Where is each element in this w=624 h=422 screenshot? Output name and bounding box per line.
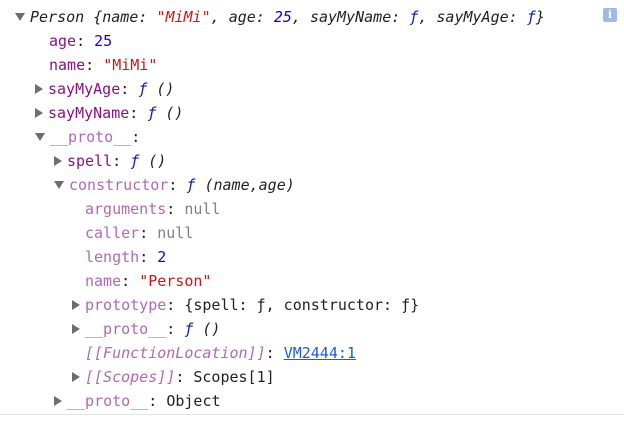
property-row-proto[interactable]: __proto__: xyxy=(35,125,140,149)
function-location-link[interactable]: VM2444:1 xyxy=(284,344,356,362)
collapse-triangle-icon[interactable] xyxy=(54,180,64,189)
property-key: [[Scopes]] xyxy=(85,368,176,386)
expand-triangle-icon[interactable] xyxy=(35,83,43,94)
expand-triangle-icon[interactable] xyxy=(35,107,43,118)
expand-triangle-icon[interactable] xyxy=(72,323,80,334)
expand-triangle-icon[interactable] xyxy=(72,371,80,382)
property-value: "Person" xyxy=(139,272,212,290)
property-key: length xyxy=(85,248,140,266)
property-key: constructor xyxy=(69,176,169,194)
property-key: spell xyxy=(67,152,113,170)
property-value: Object xyxy=(166,392,221,410)
function-symbol: ƒ xyxy=(147,104,157,122)
property-key: age xyxy=(49,32,77,50)
expand-triangle-icon[interactable] xyxy=(54,395,62,406)
property-row-prototype[interactable]: prototype: {spell: ƒ, constructor: ƒ} xyxy=(72,293,419,317)
property-key: __proto__ xyxy=(67,392,149,410)
function-signature: () xyxy=(148,152,167,170)
collapse-triangle-icon[interactable] xyxy=(15,12,25,21)
expand-triangle-icon[interactable] xyxy=(54,155,62,166)
function-symbol: ƒ xyxy=(130,152,140,170)
expand-triangle-icon[interactable] xyxy=(72,299,80,310)
property-key: sayMyName xyxy=(48,104,130,122)
collapse-triangle-icon[interactable] xyxy=(35,132,45,141)
property-key: caller xyxy=(85,224,140,242)
summary-age-key: age xyxy=(228,8,256,26)
summary-say-name-key: sayMyName xyxy=(309,8,392,26)
property-row-constructor-name[interactable]: name: "Person" xyxy=(85,269,211,293)
summary-func-symbol: ƒ xyxy=(526,8,536,26)
object-summary-row[interactable]: Person {name: "MiMi", age: 25, sayMyName… xyxy=(15,5,545,29)
property-value: null xyxy=(157,224,194,242)
property-row-proto-object[interactable]: __proto__: Object xyxy=(54,389,221,413)
function-signature: () xyxy=(165,104,184,122)
property-value: 25 xyxy=(94,32,113,50)
property-row-scopes[interactable]: [[Scopes]]: Scopes[1] xyxy=(72,365,275,389)
property-row-arguments[interactable]: arguments: null xyxy=(85,197,220,221)
function-signature: () xyxy=(202,320,221,338)
function-signature: () xyxy=(156,80,175,98)
property-row-name[interactable]: name: "MiMi" xyxy=(49,53,157,77)
property-value: Scopes[1] xyxy=(193,368,275,386)
property-row-saymyname[interactable]: sayMyName: ƒ () xyxy=(35,101,183,125)
class-name: Person xyxy=(30,8,85,26)
property-row-constructor[interactable]: constructor: ƒ (name,age) xyxy=(54,173,295,197)
property-row-length[interactable]: length: 2 xyxy=(85,245,166,269)
function-symbol: ƒ xyxy=(138,80,148,98)
property-key: sayMyAge xyxy=(48,80,121,98)
summary-name-key: name xyxy=(102,8,139,26)
property-row-age[interactable]: age: 25 xyxy=(49,29,112,53)
summary-say-age-key: sayMyAge xyxy=(436,8,509,26)
function-symbol: ƒ xyxy=(184,320,194,338)
summary-name-value: "MiMi" xyxy=(156,8,211,26)
property-value: "MiMi" xyxy=(103,56,158,74)
console-output: Person {name: "MiMi", age: 25, sayMyName… xyxy=(0,0,624,422)
property-key: __proto__ xyxy=(85,320,167,338)
property-row-caller[interactable]: caller: null xyxy=(85,221,193,245)
function-signature: (name,age) xyxy=(204,176,295,194)
property-key: __proto__ xyxy=(50,128,132,146)
property-key: name xyxy=(49,56,86,74)
property-row-spell[interactable]: spell: ƒ () xyxy=(54,149,166,173)
property-key: [[FunctionLocation]] xyxy=(85,344,266,362)
summary-func-symbol: ƒ xyxy=(409,8,419,26)
property-row-constructor-proto[interactable]: __proto__: ƒ () xyxy=(72,317,220,341)
console-divider xyxy=(0,414,624,415)
property-value: {spell: ƒ, constructor: ƒ} xyxy=(184,296,420,314)
property-value: null xyxy=(184,200,221,218)
open-brace: { xyxy=(93,8,103,26)
property-row-saymyage[interactable]: sayMyAge: ƒ () xyxy=(35,77,174,101)
property-value: 2 xyxy=(157,248,167,266)
property-key: prototype xyxy=(85,296,167,314)
summary-age-value: 25 xyxy=(273,8,292,26)
property-row-function-location[interactable]: [[FunctionLocation]]: VM2444:1 xyxy=(85,341,356,365)
function-symbol: ƒ xyxy=(186,176,196,194)
info-icon[interactable]: i xyxy=(603,8,617,22)
property-key: arguments xyxy=(85,200,167,218)
property-key: name xyxy=(85,272,122,290)
